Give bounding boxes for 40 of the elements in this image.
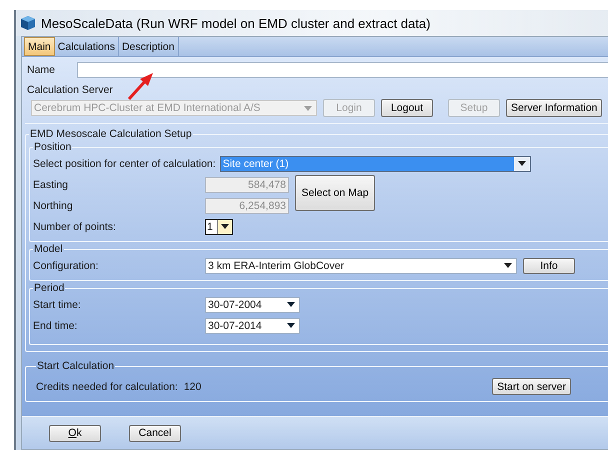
credits-value: 120	[184, 380, 202, 392]
section-title: Calculation Server	[27, 84, 113, 96]
tab[interactable]: Calculations	[54, 37, 119, 56]
annotation-arrow	[126, 72, 156, 102]
dropdown-arrow-icon	[504, 263, 512, 268]
field-label: Configuration:	[33, 260, 100, 272]
field-label: Number of points:	[33, 220, 117, 232]
ok-button[interactable]: Ok	[49, 424, 101, 442]
server-button[interactable]: Logout	[381, 99, 433, 117]
group-title: Start Calculation	[36, 360, 116, 372]
field-label: Northing	[33, 200, 74, 212]
select-on-map-button[interactable]: Select on Map	[295, 175, 375, 211]
field-label: Easting	[33, 178, 70, 190]
name-field[interactable]	[77, 62, 608, 78]
dropdown-arrow-icon	[304, 106, 312, 110]
tab[interactable]: Description	[118, 37, 178, 56]
group-title: EMD Mesoscale Calculation Setup	[29, 128, 193, 140]
field-label: End time:	[33, 320, 78, 332]
dropdown-arrow-icon	[287, 323, 295, 328]
group-title: Model	[33, 243, 64, 255]
date-picker[interactable]: 30-07-2004	[205, 296, 300, 312]
points-dropdown[interactable]: 1	[205, 218, 233, 234]
field-label: Start time:	[33, 298, 82, 310]
start-on-server-button[interactable]: Start on server	[492, 378, 571, 395]
dropdown-arrow-icon	[287, 302, 295, 307]
tab[interactable]: Main	[24, 37, 55, 56]
configuration-dropdown[interactable]: 3 km ERA-Interim GlobCover	[205, 258, 517, 274]
group-title: Period	[33, 282, 66, 294]
date-picker[interactable]: 30-07-2014	[205, 318, 300, 334]
server-button[interactable]: Server Information	[506, 99, 602, 117]
credits-label: Credits needed for calculation:	[36, 380, 178, 392]
field-label: Select position for center of calculation:	[33, 158, 217, 170]
cancel-button[interactable]: Cancel	[129, 424, 181, 442]
window-title: MesoScaleData (Run WRF model on EMD cluster and extract data)	[41, 16, 430, 30]
field-label: Name	[26, 64, 56, 76]
group-title: Position	[33, 141, 72, 153]
dropdown-arrow-icon	[221, 224, 229, 229]
info-button[interactable]: Info	[523, 258, 575, 274]
cube-icon	[20, 15, 36, 31]
dropdown-arrow-icon	[518, 161, 526, 166]
